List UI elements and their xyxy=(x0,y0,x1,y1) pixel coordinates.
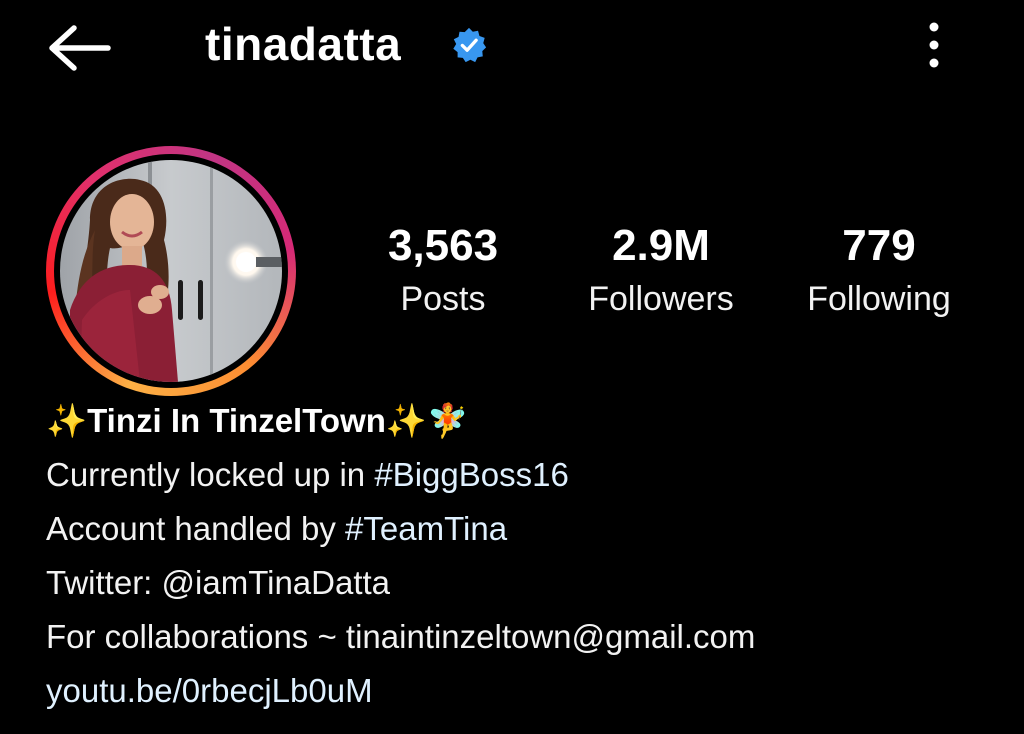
following-count: 779 xyxy=(842,221,916,270)
following-label: Following xyxy=(807,280,951,318)
followers-count: 2.9M xyxy=(612,221,710,270)
followers-label: Followers xyxy=(588,280,734,318)
more-options-button[interactable] xyxy=(912,18,956,72)
bio-line-handled-by: Account handled by #TeamTina xyxy=(46,502,1006,556)
sparkles-emoji-icon: ✨ xyxy=(46,402,88,439)
bio-line-twitter: Twitter: @iamTinaDatta xyxy=(46,564,391,601)
verified-badge-icon xyxy=(450,26,488,64)
profile-photo xyxy=(60,160,282,382)
display-name: Tinzi In TinzelTown xyxy=(87,402,386,439)
bio-display-name: ✨Tinzi In TinzelTown✨🧚 xyxy=(46,394,1006,448)
back-button[interactable] xyxy=(44,20,114,76)
arrow-left-icon xyxy=(49,25,111,71)
following-stat[interactable]: 779 Following xyxy=(786,218,972,324)
sparkles-fairy-emoji-icon: ✨🧚 xyxy=(385,402,469,439)
posts-count: 3,563 xyxy=(387,221,499,270)
bio-text: Account handled by xyxy=(46,510,346,547)
profile-username: tinadatta xyxy=(205,18,402,70)
bio-website-link[interactable]: youtu.be/0rbecjLb0uM xyxy=(46,664,1006,718)
avatar xyxy=(60,160,282,382)
hashtag-link[interactable]: #TeamTina xyxy=(345,510,507,547)
posts-stat[interactable]: 3,563 Posts xyxy=(373,218,513,324)
followers-stat[interactable]: 2.9M Followers xyxy=(566,218,756,324)
bio-line-email: For collaborations ~ tinaintinzeltown@gm… xyxy=(46,618,756,655)
bio-line-status: Currently locked up in #BiggBoss16 xyxy=(46,448,1006,502)
profile-bio: ✨Tinzi In TinzelTown✨🧚 Currently locked … xyxy=(46,394,1006,718)
posts-label: Posts xyxy=(400,280,486,318)
profile-avatar-story-ring[interactable] xyxy=(46,146,296,396)
profile-header: tinadatta xyxy=(0,0,1024,92)
hashtag-link[interactable]: #BiggBoss16 xyxy=(374,456,568,493)
vertical-dots-icon xyxy=(929,22,939,68)
bio-text: Currently locked up in xyxy=(46,456,375,493)
